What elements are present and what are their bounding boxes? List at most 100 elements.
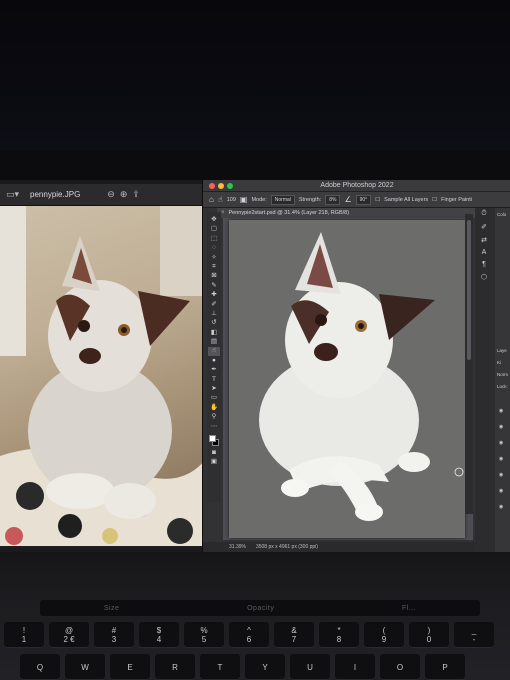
paragraph-panel-icon[interactable]: ¶ — [477, 261, 491, 268]
mode-select[interactable]: Normal — [270, 194, 295, 205]
eraser-icon[interactable]: ◧ — [208, 329, 220, 337]
angle-input[interactable]: 90° — [355, 194, 372, 205]
key[interactable]: * 8 — [319, 622, 359, 648]
history-brush-icon[interactable]: ↺ — [208, 319, 220, 327]
minimize-button[interactable] — [218, 183, 224, 189]
eye-icon[interactable]: ◉ — [499, 424, 503, 430]
key-label: 4 — [156, 635, 162, 644]
key[interactable]: & 7 — [274, 622, 314, 648]
key[interactable]: T — [200, 654, 240, 680]
key-shift-label: ( — [382, 626, 386, 635]
key[interactable]: R — [155, 654, 195, 680]
close-tab-icon[interactable]: × — [221, 210, 225, 216]
history-panel-icon[interactable]: ⏱ — [477, 210, 491, 218]
brush-settings-icon[interactable]: ▣ — [240, 195, 248, 204]
character-panel-icon[interactable]: A — [477, 249, 491, 256]
eyedropper-icon[interactable]: ✎ — [208, 282, 220, 290]
eye-icon[interactable]: ◉ — [499, 488, 503, 494]
touchbar-extra[interactable]: Fl... — [402, 605, 416, 612]
dodge-tool-icon[interactable]: ● — [208, 357, 220, 365]
move-tool-icon[interactable]: ✥ — [208, 216, 220, 224]
clone-stamp-icon[interactable]: ⊥ — [208, 310, 220, 318]
key[interactable]: U — [290, 654, 330, 680]
key[interactable]: W — [65, 654, 105, 680]
eye-icon[interactable]: ◉ — [499, 472, 503, 478]
magic-wand-icon[interactable]: ✧ — [208, 254, 220, 262]
type-tool-icon[interactable]: T — [208, 376, 220, 384]
zoom-out-icon[interactable]: ⊖ — [107, 190, 115, 199]
lasso-tool-icon[interactable]: ◌ — [208, 244, 220, 252]
key[interactable]: Q — [20, 654, 60, 680]
key[interactable]: $4 — [139, 622, 179, 648]
path-select-icon[interactable]: ➤ — [208, 385, 220, 393]
key-shift-label: # — [111, 626, 117, 635]
hand-tool-icon[interactable]: ✋ — [208, 404, 220, 412]
sidebar-icon[interactable]: ▭▾ — [6, 190, 19, 199]
share-icon[interactable]: ⇪ — [132, 190, 140, 199]
document-tab[interactable]: Pennypie2start.psd @ 31.4% (Layer 218, R… — [229, 210, 350, 216]
key[interactable]: ^ 6 — [229, 622, 269, 648]
touchbar-opacity[interactable]: Opacity — [247, 605, 274, 612]
smudge-tool-active-icon[interactable]: ☝ — [208, 347, 220, 356]
eye-icon[interactable]: ◉ — [499, 440, 503, 446]
key[interactable]: @2 € — [49, 622, 89, 648]
marquee-tool-icon[interactable]: ⬚ — [208, 235, 220, 243]
zoom-button[interactable] — [227, 183, 233, 189]
rectangle-tool-icon[interactable]: ▭ — [208, 394, 220, 402]
foreground-color-swatch[interactable] — [209, 434, 216, 442]
crop-tool-icon[interactable]: ⌗ — [208, 263, 220, 271]
eye-icon[interactable]: ◉ — [499, 504, 503, 510]
vertical-scrollbar[interactable] — [465, 214, 473, 514]
3d-panel-icon[interactable]: ⬡ — [477, 273, 491, 281]
key[interactable]: Y — [245, 654, 285, 680]
layers-panel-label[interactable]: Laye — [497, 348, 507, 353]
color-panel-label[interactable]: Colo — [497, 212, 506, 217]
key[interactable]: #3 — [94, 622, 134, 648]
document-canvas[interactable] — [229, 220, 465, 538]
key[interactable]: P — [425, 654, 465, 680]
gradient-tool-icon[interactable]: ▤ — [208, 338, 220, 346]
strength-input[interactable]: 8% — [325, 194, 341, 205]
key[interactable]: E — [110, 654, 150, 680]
scrollbar-thumb[interactable] — [467, 220, 471, 360]
key[interactable]: ) 0 — [409, 622, 449, 648]
quick-mask-icon[interactable]: ◙ — [208, 449, 220, 457]
key[interactable]: O — [380, 654, 420, 680]
layer-kind-filter[interactable]: Ki — [497, 360, 501, 365]
key[interactable]: I — [335, 654, 375, 680]
zoom-in-icon[interactable]: ⊕ — [120, 190, 128, 199]
adjustments-panel-icon[interactable]: ⇄ — [477, 236, 491, 244]
zoom-level[interactable]: 31.39% — [229, 544, 246, 550]
brush-size[interactable]: 109 — [227, 197, 236, 203]
eye-icon[interactable]: ◉ — [499, 408, 503, 414]
key[interactable]: _ - — [454, 622, 494, 648]
brush-tool-icon[interactable]: ✐ — [208, 301, 220, 309]
color-swatches[interactable] — [208, 434, 220, 448]
home-icon[interactable]: ⌂ — [209, 195, 214, 204]
document-dimensions: 3508 px x 4961 px (300 ppi) — [255, 544, 318, 550]
canvas-area[interactable] — [223, 218, 473, 540]
frame-tool-icon[interactable]: ⊠ — [208, 272, 220, 280]
sample-all-layers-checkbox[interactable]: ☐ — [375, 197, 380, 203]
key-label: R — [172, 662, 178, 672]
healing-brush-icon[interactable]: ✚ — [208, 291, 220, 299]
key[interactable]: ! 1 — [4, 622, 44, 648]
reference-photo — [0, 206, 208, 546]
angle-icon: ∠ — [344, 195, 352, 204]
key-label: 6 — [246, 635, 252, 644]
touchbar-size[interactable]: Size — [104, 605, 120, 612]
key[interactable]: (9 — [364, 622, 404, 648]
pen-tool-icon[interactable]: ✒ — [208, 366, 220, 374]
key[interactable]: % 5 — [184, 622, 224, 648]
eye-icon[interactable]: ◉ — [499, 456, 503, 462]
blend-mode-select[interactable]: Norm — [497, 372, 508, 377]
zoom-tool-icon[interactable]: ⚲ — [208, 413, 220, 421]
key-label: 8 — [336, 635, 342, 644]
brush-panel-icon[interactable]: ✐ — [477, 223, 491, 231]
more-tools-icon[interactable]: ⋯ — [208, 423, 220, 431]
screen-mode-icon[interactable]: ▣ — [208, 458, 220, 466]
artboard-tool-icon[interactable]: ▢ — [208, 225, 220, 233]
close-button[interactable] — [209, 183, 215, 189]
smudge-tool-icon[interactable]: ☝ — [218, 195, 223, 204]
finger-painting-checkbox[interactable]: ☐ — [432, 197, 437, 203]
